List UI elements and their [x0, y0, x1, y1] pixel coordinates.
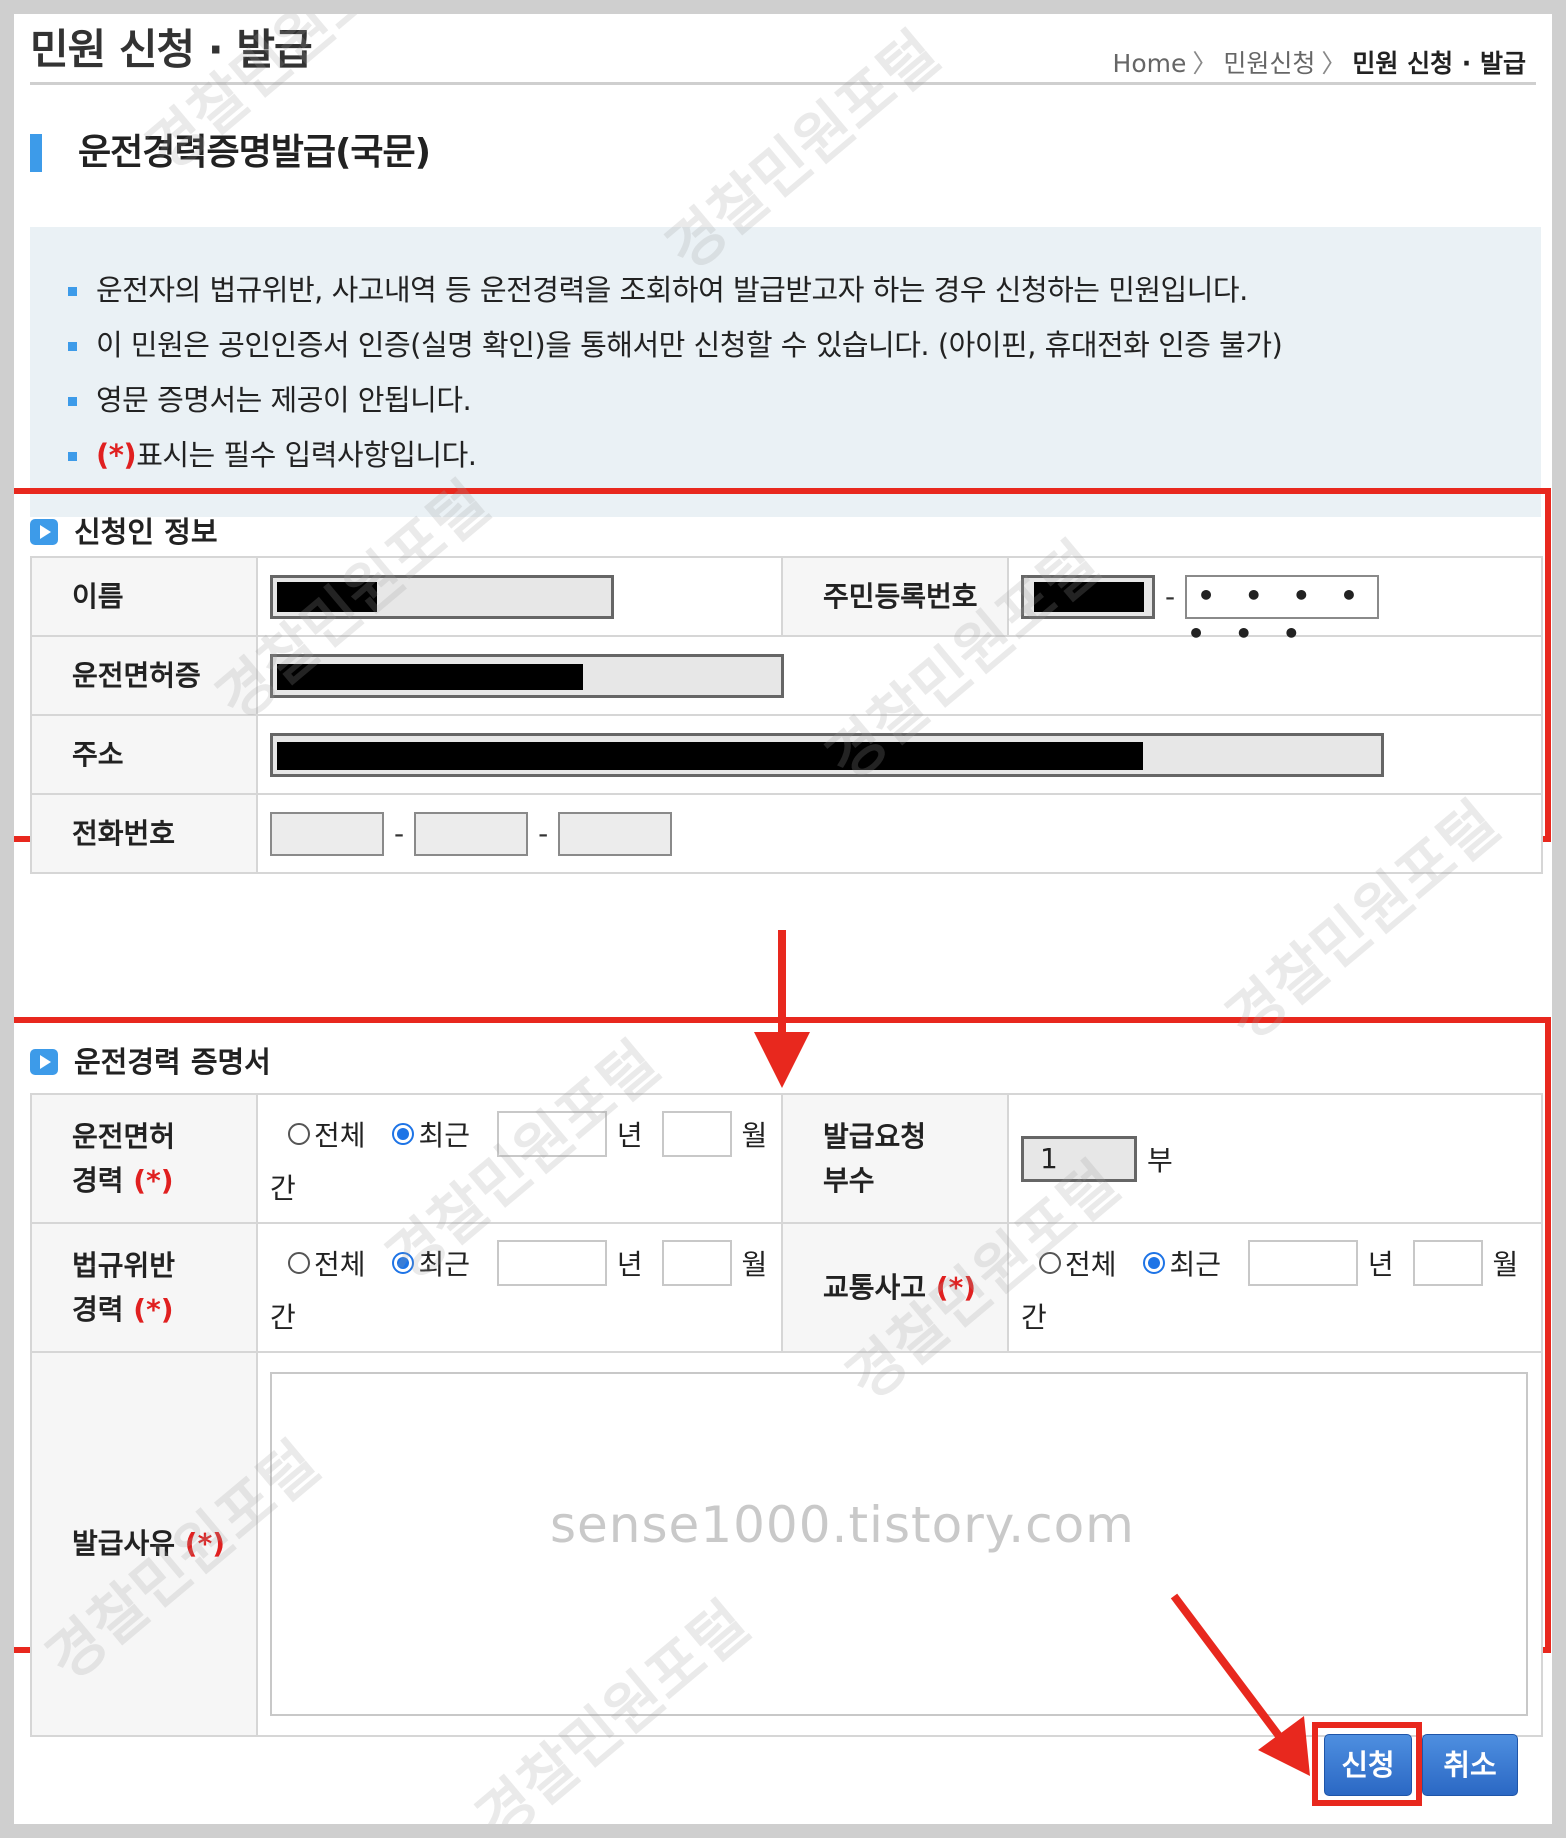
arrow-line-diagonal: [1170, 1593, 1286, 1743]
cancel-button[interactable]: 취소: [1422, 1734, 1518, 1796]
arrow-head-down: [754, 1032, 810, 1088]
page: 민원 신청 · 발급 Home 〉 민원신청 〉 민원 신청 · 발급 운전경력증명발급…: [14, 14, 1552, 1824]
apply-button-highlight: [1312, 1722, 1422, 1806]
annotation-arrows: [754, 930, 1310, 1776]
